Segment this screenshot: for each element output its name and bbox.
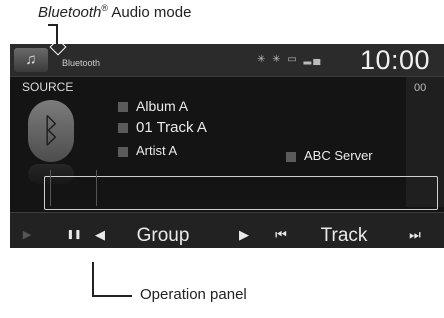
status-icons: ✳ ✳ ▭ ▂▄ [257,54,323,65]
music-icon[interactable]: ♫ [14,48,48,72]
bluetooth-audio-mode-callout: Bluetooth® Audio mode [38,3,192,21]
bottom-leader-tick [92,295,132,297]
operation-panel-highlight [44,176,438,210]
track-prev-button[interactable]: ⏮ [268,227,294,243]
artist-icon [118,146,128,157]
play-button[interactable]: ▶ [14,228,40,241]
source-button[interactable]: SOURCE [22,80,73,94]
elapsed-time: 00 [414,82,427,94]
track-label: Track [320,225,368,246]
track-next-button[interactable]: ⏭ [402,227,428,243]
pointer-diamond [49,44,67,56]
pause-button[interactable]: ❚❚ [62,229,86,240]
group-label: Group [136,225,190,246]
control-divider [96,170,97,206]
server-row: ABC Server [286,148,373,163]
album-icon [118,102,128,113]
clock: 10:00 [360,45,431,75]
operation-panel-callout: Operation panel [140,286,247,303]
group-prev-button[interactable]: ◀ [90,227,110,243]
top-leader-tick [48,24,57,26]
artist-row: Artist A [118,143,177,158]
track-row: 01 Track A [118,119,207,136]
top-leader-line [56,24,58,46]
audio-mode-label: Bluetooth [62,58,101,68]
server-icon [286,151,296,162]
bottom-leader-line [92,262,94,296]
control-divider [50,170,51,206]
track-icon [118,123,128,134]
album-row: Album A [118,98,188,114]
audio-screen: ♫ Bluetooth ✳ ✳ ▭ ▂▄ 10:00 SOURCE ᛒ Albu… [10,44,444,248]
status-bar: ♫ Bluetooth ✳ ✳ ▭ ▂▄ 10:00 [10,44,444,77]
bluetooth-icon: ᛒ [28,100,74,162]
group-next-button[interactable]: ▶ [234,227,254,243]
